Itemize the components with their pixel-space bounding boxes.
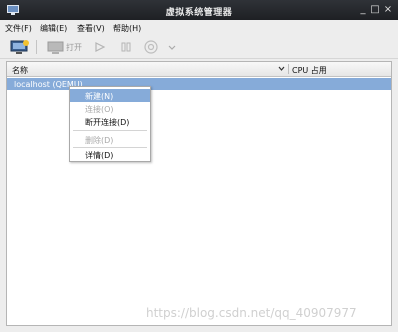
menu-edit[interactable]: 编辑(E): [40, 23, 67, 34]
menu-file[interactable]: 文件(F): [5, 23, 32, 34]
column-header-name[interactable]: 名称: [12, 65, 28, 76]
power-icon[interactable]: [143, 39, 159, 55]
chevron-down-icon[interactable]: [167, 39, 177, 55]
toolbar-separator: [36, 40, 37, 54]
menu-item-label: 新建(N): [85, 92, 114, 101]
menu-help[interactable]: 帮助(H): [113, 23, 141, 34]
app-window: 虚拟系统管理器 _ □ × 文件(F) 编辑(E) 查看(V) 帮助(H) 打开: [0, 0, 398, 332]
maximize-button[interactable]: □: [369, 4, 381, 16]
toolbar: 打开: [0, 36, 398, 59]
menu-item-label: 详情(D): [85, 151, 114, 160]
menu-item-details[interactable]: 详情(D): [70, 148, 150, 161]
open-button-label[interactable]: 打开: [66, 42, 82, 53]
menu-item-label: 连接(O): [85, 105, 114, 114]
chevron-down-icon[interactable]: [277, 63, 286, 77]
menu-item-new[interactable]: 新建(N): [70, 89, 150, 102]
connection-list: 名称 CPU 占用 localhost (QEMU): [6, 61, 392, 326]
new-vm-icon[interactable]: [10, 39, 30, 55]
list-item[interactable]: localhost (QEMU): [7, 78, 391, 90]
menu-item-delete[interactable]: 删除(D): [70, 133, 150, 146]
column-divider[interactable]: [288, 64, 289, 74]
list-header: 名称 CPU 占用: [7, 62, 391, 77]
watermark: https://blog.csdn.net/qq_40907977: [146, 306, 357, 320]
menu-item-disconnect[interactable]: 断开连接(D): [70, 115, 150, 128]
menu-view[interactable]: 查看(V): [77, 23, 105, 34]
menu-item-label: 删除(D): [85, 136, 114, 145]
pause-icon[interactable]: [120, 39, 132, 55]
close-button[interactable]: ×: [382, 4, 394, 16]
menu-item-label: 断开连接(D): [85, 118, 130, 127]
context-menu: 新建(N) 连接(O) 断开连接(D) 删除(D) 详情(D): [69, 86, 151, 162]
column-header-cpu[interactable]: CPU 占用: [292, 65, 327, 76]
title-bar: 虚拟系统管理器 _ □ ×: [0, 0, 398, 20]
open-vm-icon[interactable]: [47, 39, 65, 55]
menu-bar: 文件(F) 编辑(E) 查看(V) 帮助(H): [0, 20, 398, 36]
window-title: 虚拟系统管理器: [165, 8, 233, 18]
menu-separator: [73, 130, 147, 131]
menu-item-connect[interactable]: 连接(O): [70, 102, 150, 115]
play-icon[interactable]: [94, 39, 106, 55]
minimize-button[interactable]: _: [357, 4, 369, 16]
